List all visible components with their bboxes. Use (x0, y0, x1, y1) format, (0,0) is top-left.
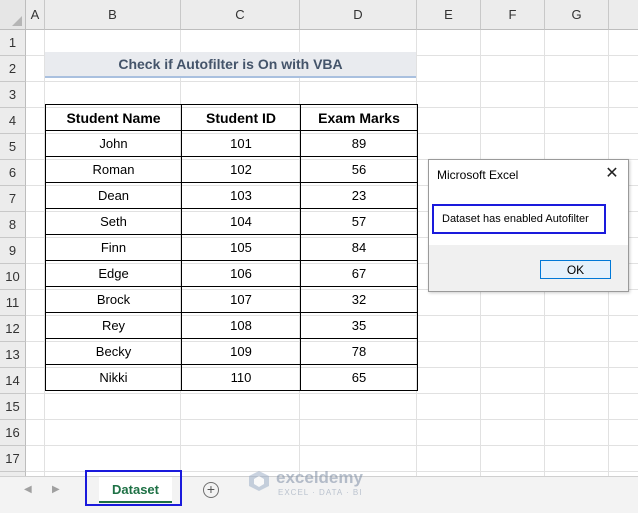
row-header[interactable]: 8 (0, 212, 26, 238)
cell-exam-marks[interactable]: 57 (300, 208, 418, 235)
row-header[interactable]: 11 (0, 290, 26, 316)
column-header-c[interactable]: C (181, 0, 300, 30)
row-header[interactable]: 7 (0, 186, 26, 212)
row-header[interactable]: 13 (0, 342, 26, 368)
row-header[interactable]: 3 (0, 82, 26, 108)
row-header[interactable]: 2 (0, 56, 26, 82)
cell-student-name[interactable]: Roman (45, 156, 182, 183)
cell-exam-marks[interactable]: 56 (300, 156, 418, 183)
row-header[interactable]: 9 (0, 238, 26, 264)
column-header-d[interactable]: D (300, 0, 417, 30)
cell-student-id[interactable]: 108 (181, 312, 301, 339)
cell-student-id[interactable]: 104 (181, 208, 301, 235)
cell-student-name[interactable]: Brock (45, 286, 182, 313)
status-bar (0, 506, 638, 513)
table-row: Roman 102 56 (45, 156, 418, 183)
table-row: Edge 106 67 (45, 260, 418, 287)
cell-student-name[interactable]: Dean (45, 182, 182, 209)
row-header[interactable]: 10 (0, 264, 26, 290)
watermark-name: exceldemy (276, 468, 363, 487)
column-header-a[interactable]: A (26, 0, 45, 30)
row-header[interactable]: 16 (0, 420, 26, 446)
cell-student-id[interactable]: 106 (181, 260, 301, 287)
row-header[interactable]: 12 (0, 316, 26, 342)
cell-exam-marks[interactable]: 89 (300, 130, 418, 157)
table-row: Finn 105 84 (45, 234, 418, 261)
cell-student-name[interactable]: Edge (45, 260, 182, 287)
cell-exam-marks[interactable]: 67 (300, 260, 418, 287)
row-header[interactable]: 15 (0, 394, 26, 420)
sheet-title[interactable]: Check if Autofilter is On with VBA (45, 52, 416, 78)
table-row: Brock 107 32 (45, 286, 418, 313)
watermark-tagline: EXCEL · DATA · BI (278, 488, 363, 497)
cell-exam-marks[interactable]: 65 (300, 364, 418, 391)
cell-exam-marks[interactable]: 35 (300, 312, 418, 339)
row-header[interactable]: 1 (0, 30, 26, 56)
cell-student-id[interactable]: 101 (181, 130, 301, 157)
column-header-g[interactable]: G (545, 0, 609, 30)
cell-exam-marks[interactable]: 32 (300, 286, 418, 313)
add-sheet-icon[interactable]: + (203, 482, 219, 498)
table-row: John 101 89 (45, 130, 418, 157)
cell-student-id[interactable]: 107 (181, 286, 301, 313)
cell-student-id[interactable]: 102 (181, 156, 301, 183)
select-all-corner[interactable] (0, 0, 26, 30)
cell-student-name[interactable]: Nikki (45, 364, 182, 391)
cell-student-name[interactable]: Seth (45, 208, 182, 235)
exceldemy-logo-icon (249, 471, 269, 491)
dialog-body: Dataset has enabled Autofilter (429, 190, 628, 245)
message-box-dialog[interactable]: Microsoft Excel ✕ Dataset has enabled Au… (428, 159, 629, 292)
cell-student-id[interactable]: 110 (181, 364, 301, 391)
column-header-e[interactable]: E (417, 0, 481, 30)
dialog-title: Microsoft Excel (437, 168, 519, 182)
column-header-h[interactable] (609, 0, 638, 30)
cell-student-name[interactable]: Rey (45, 312, 182, 339)
cell-student-name[interactable]: John (45, 130, 182, 157)
column-header-b[interactable]: B (45, 0, 181, 30)
cell-exam-marks[interactable]: 84 (300, 234, 418, 261)
student-table[interactable]: Student Name Student ID Exam Marks John … (45, 104, 418, 391)
exceldemy-watermark: exceldemy EXCEL · DATA · BI (248, 468, 398, 500)
cell-student-id[interactable]: 105 (181, 234, 301, 261)
close-icon[interactable]: ✕ (604, 166, 620, 182)
table-row: Seth 104 57 (45, 208, 418, 235)
cell-exam-marks[interactable]: 23 (300, 182, 418, 209)
table-row: Dean 103 23 (45, 182, 418, 209)
row-header[interactable]: 6 (0, 160, 26, 186)
cell-student-name[interactable]: Finn (45, 234, 182, 261)
table-row: Becky 109 78 (45, 338, 418, 365)
tab-highlight-box (85, 470, 182, 506)
row-header[interactable]: 14 (0, 368, 26, 394)
prev-sheet-icon[interactable]: ◀ (24, 484, 32, 495)
table-row: Nikki 110 65 (45, 364, 418, 391)
header-student-name[interactable]: Student Name (45, 104, 182, 131)
ok-button[interactable]: OK (540, 260, 611, 279)
next-sheet-icon[interactable]: ▶ (52, 484, 60, 495)
table-row: Rey 108 35 (45, 312, 418, 339)
header-student-id[interactable]: Student ID (181, 104, 301, 131)
row-header[interactable]: 4 (0, 108, 26, 134)
column-header-f[interactable]: F (481, 0, 545, 30)
cell-student-name[interactable]: Becky (45, 338, 182, 365)
header-exam-marks[interactable]: Exam Marks (300, 104, 418, 131)
cell-student-id[interactable]: 109 (181, 338, 301, 365)
dialog-message: Dataset has enabled Autofilter (432, 204, 606, 234)
table-header-row: Student Name Student ID Exam Marks (45, 104, 418, 131)
row-header[interactable]: 5 (0, 134, 26, 160)
row-header[interactable]: 17 (0, 446, 26, 472)
cell-exam-marks[interactable]: 78 (300, 338, 418, 365)
dialog-titlebar[interactable]: Microsoft Excel ✕ (429, 160, 628, 190)
cell-student-id[interactable]: 103 (181, 182, 301, 209)
